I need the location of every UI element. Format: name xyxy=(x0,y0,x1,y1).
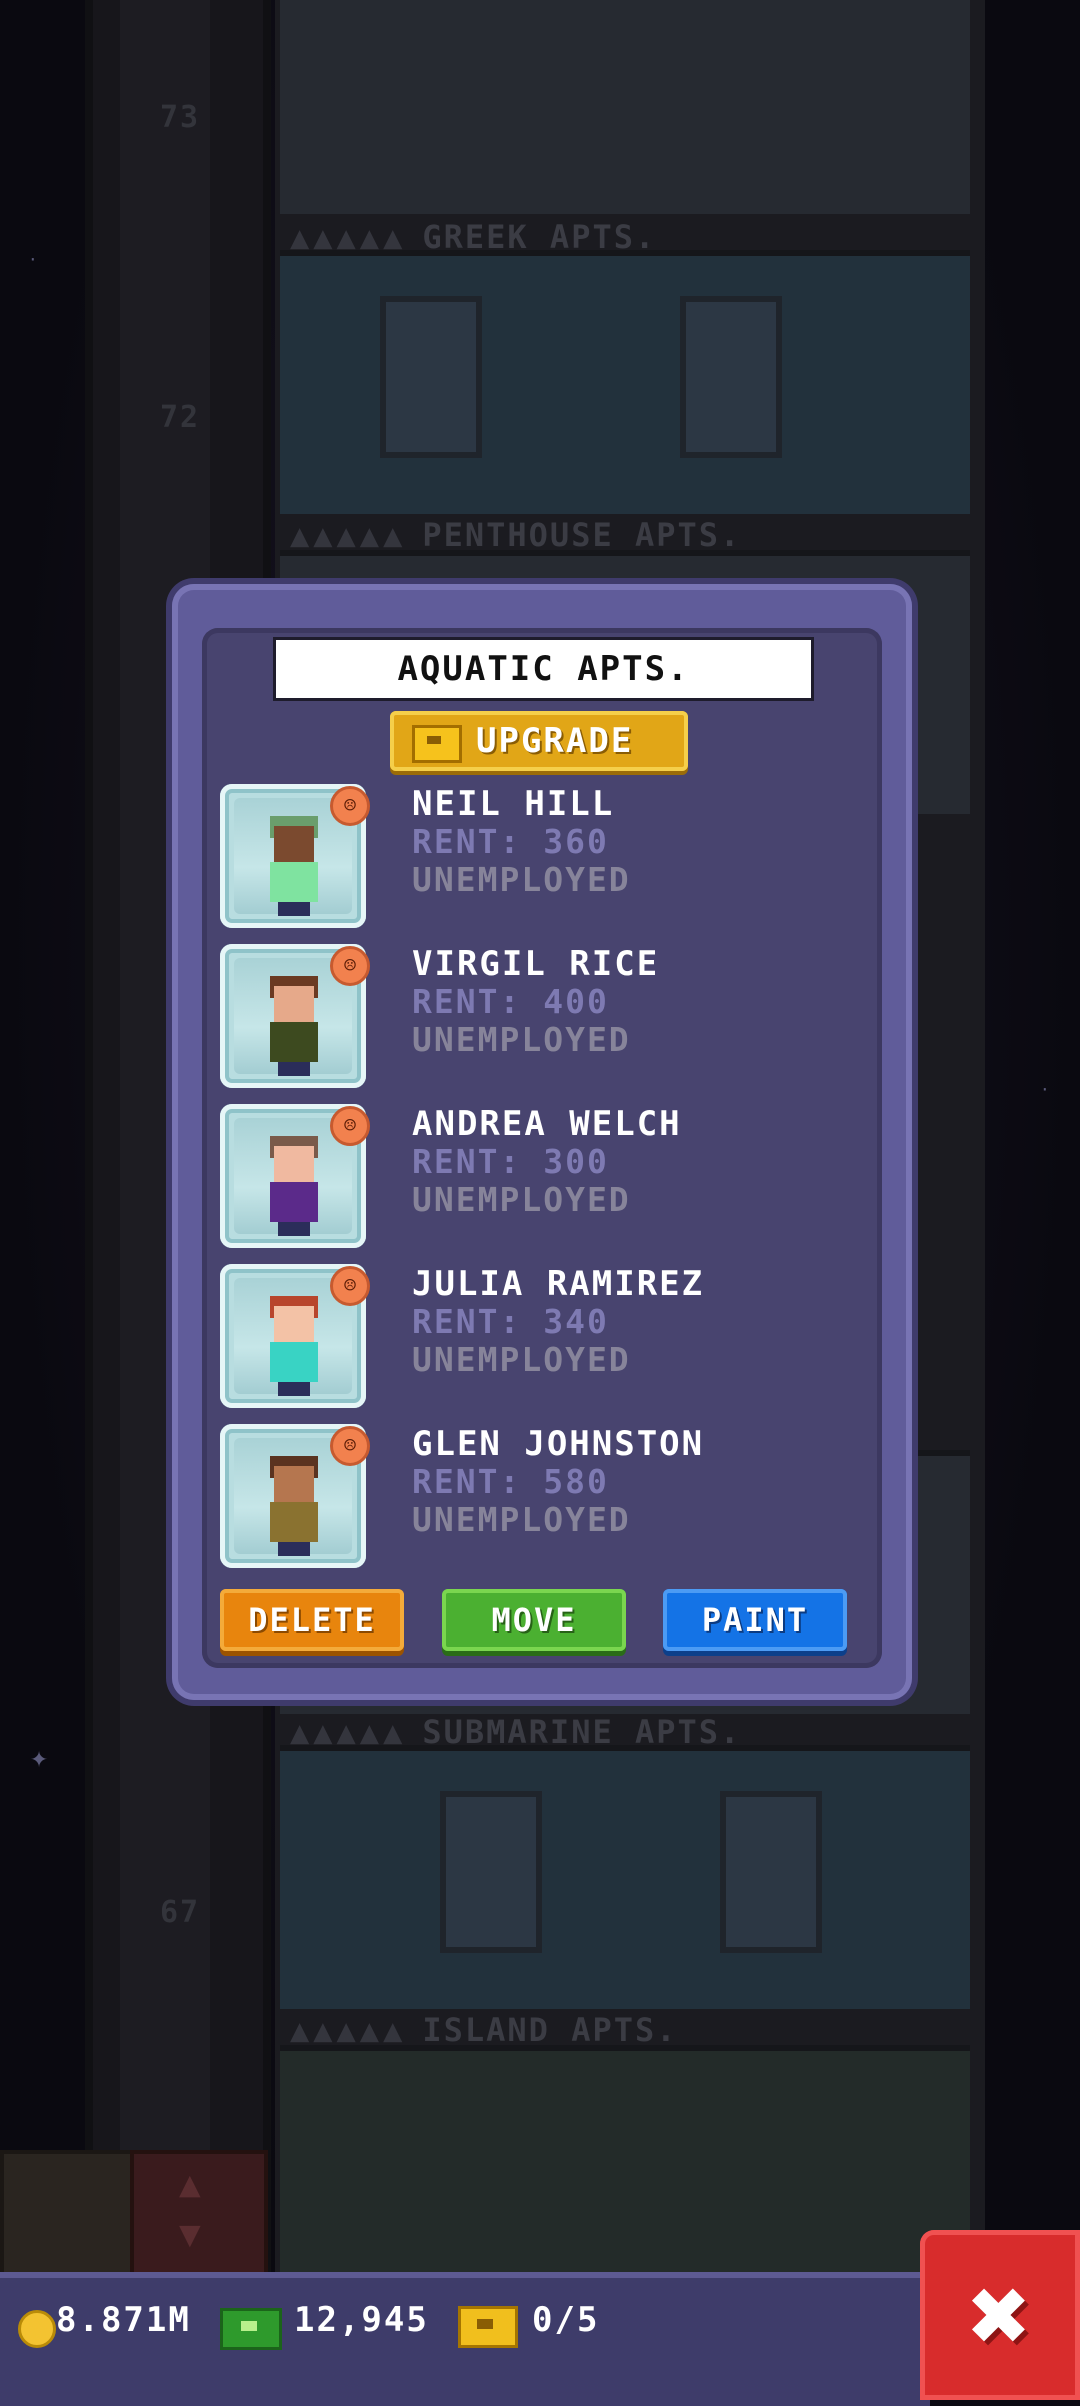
arrow-down-icon: ▼ xyxy=(179,2214,203,2255)
floor-number: 67 xyxy=(160,1895,201,1930)
tenant-avatar[interactable]: ☹ xyxy=(220,784,370,928)
tenant-name: ANDREA WELCH xyxy=(412,1104,682,1144)
tenant-avatar[interactable]: ☹ xyxy=(220,1424,370,1568)
tenant-rent: RENT: 580 xyxy=(412,1462,609,1501)
tenant-row[interactable]: ☹ JULIA RAMIREZ RENT: 340 UNEMPLOYED xyxy=(220,1264,840,1414)
currency-bar: 8.871M 12,945 0/5 xyxy=(0,2272,930,2406)
paint-button[interactable]: PAINT xyxy=(663,1589,847,1651)
floor-dialog: AQUATIC APTS. UPGRADE ☹ NEIL HILL RENT: … xyxy=(172,584,912,1700)
tenant-avatar[interactable]: ☹ xyxy=(220,944,370,1088)
tenant-job: UNEMPLOYED xyxy=(412,1340,631,1379)
tenant-job: UNEMPLOYED xyxy=(412,860,631,899)
tenant-rent: RENT: 300 xyxy=(412,1142,609,1181)
person-icon xyxy=(264,972,324,1080)
person-icon xyxy=(264,1132,324,1240)
floor-penthouse xyxy=(280,250,970,514)
coin-icon xyxy=(18,2310,56,2348)
tenant-avatar[interactable]: ☹ xyxy=(220,1264,370,1408)
tenant-rent: RENT: 340 xyxy=(412,1302,609,1341)
upgrade-button[interactable]: UPGRADE xyxy=(390,711,688,771)
tenant-rent: RENT: 400 xyxy=(412,982,609,1021)
floor-label: ▲▲▲▲▲ PENTHOUSE APTS. xyxy=(290,516,742,554)
tenant-job: UNEMPLOYED xyxy=(412,1180,631,1219)
arrow-up-icon: ▲ xyxy=(179,2164,203,2205)
move-button[interactable]: MOVE xyxy=(442,1589,626,1651)
vip-card-icon xyxy=(458,2306,518,2348)
star-icon: ✦ xyxy=(30,1740,51,1775)
tenant-row[interactable]: ☹ NEIL HILL RENT: 360 UNEMPLOYED xyxy=(220,784,840,934)
floor-submarine xyxy=(280,1745,970,2009)
person-icon xyxy=(264,1292,324,1400)
floor-title: AQUATIC APTS. xyxy=(273,637,814,701)
unhappy-face-icon: ☹ xyxy=(330,1426,370,1466)
unhappy-face-icon: ☹ xyxy=(330,1266,370,1306)
tenant-rent: RENT: 360 xyxy=(412,822,609,861)
star-icon: · xyxy=(1040,1080,1052,1099)
tenant-avatar[interactable]: ☹ xyxy=(220,1104,370,1248)
vip-count: 0/5 xyxy=(532,2300,600,2340)
person-icon xyxy=(264,812,324,920)
tower-bux-icon xyxy=(220,2308,282,2350)
elevator-button[interactable] xyxy=(0,2150,138,2278)
floor-number: 73 xyxy=(160,100,201,135)
close-button[interactable]: ✖ xyxy=(920,2230,1080,2400)
floor-number: 72 xyxy=(160,400,201,435)
tenant-row[interactable]: ☹ GLEN JOHNSTON RENT: 580 UNEMPLOYED xyxy=(220,1424,840,1574)
tenant-row[interactable]: ☹ VIRGIL RICE RENT: 400 UNEMPLOYED xyxy=(220,944,840,1094)
tenant-name: VIRGIL RICE xyxy=(412,944,660,984)
tenant-job: UNEMPLOYED xyxy=(412,1500,631,1539)
floor-label: ▲▲▲▲▲ GREEK APTS. xyxy=(290,218,657,256)
floor-island xyxy=(280,2045,970,2309)
upgrade-label: UPGRADE xyxy=(476,721,634,761)
elevator-arrows-button[interactable]: ▲ ▼ xyxy=(130,2150,268,2278)
star-icon: · xyxy=(28,250,40,269)
floor-label: ▲▲▲▲▲ ISLAND APTS. xyxy=(290,2011,678,2049)
floor-label: ▲▲▲▲▲ SUBMARINE APTS. xyxy=(290,1713,742,1751)
delete-button[interactable]: DELETE xyxy=(220,1589,404,1651)
tenant-name: JULIA RAMIREZ xyxy=(412,1264,705,1304)
vip-card-icon xyxy=(412,725,462,763)
person-icon xyxy=(264,1452,324,1560)
coins-count: 8.871M xyxy=(56,2300,191,2340)
tenant-row[interactable]: ☹ ANDREA WELCH RENT: 300 UNEMPLOYED xyxy=(220,1104,840,1254)
floor-greek xyxy=(280,0,970,214)
close-icon: ✖ xyxy=(968,2254,1032,2376)
bux-count: 12,945 xyxy=(294,2300,429,2340)
tenant-name: GLEN JOHNSTON xyxy=(412,1424,705,1464)
tenant-job: UNEMPLOYED xyxy=(412,1020,631,1059)
unhappy-face-icon: ☹ xyxy=(330,946,370,986)
unhappy-face-icon: ☹ xyxy=(330,1106,370,1146)
tenant-name: NEIL HILL xyxy=(412,784,615,824)
unhappy-face-icon: ☹ xyxy=(330,786,370,826)
